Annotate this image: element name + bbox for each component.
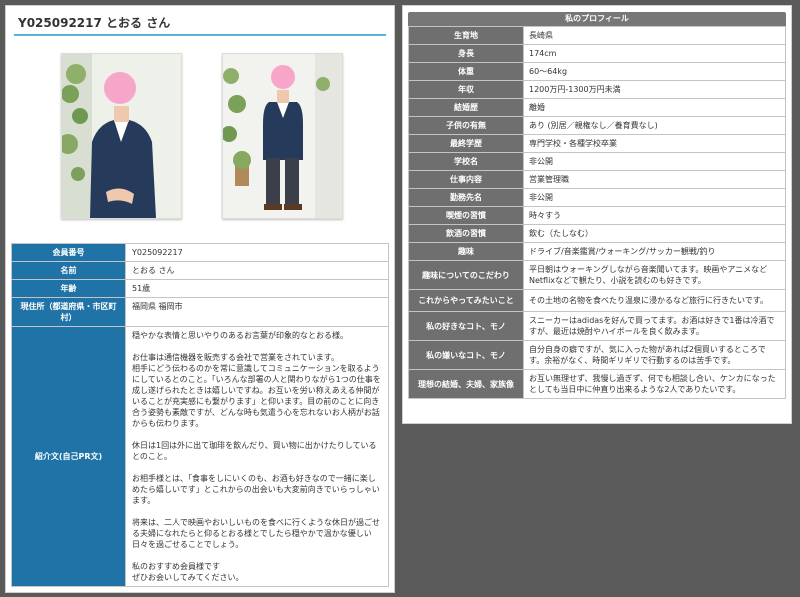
profile-row: 学校名 非公開 <box>408 152 786 171</box>
profile-value: ドライブ/音楽鑑賞/ウォーキング/サッカー観戦/釣り <box>523 242 786 261</box>
row-value: とおる さん <box>125 261 389 280</box>
profile-card: 私のプロフィール 生育地 長崎県 身長 174cm 体重 60～64kg 年収 1200万円-… <box>402 5 792 424</box>
profile-value: 非公開 <box>523 152 786 171</box>
profile-key: 結婚歴 <box>408 98 524 117</box>
profile-row: 最終学歴 専門学校・各種学校卒業 <box>408 134 786 153</box>
profile-title: 私のプロフィール <box>408 12 786 26</box>
row-value: 51歳 <box>125 279 389 298</box>
profile-row: 喫煙の習慣 時々すう <box>408 206 786 225</box>
profile-row: 飲酒の習慣 飲む（たしなむ） <box>408 224 786 243</box>
member-photo-1[interactable] <box>61 53 182 219</box>
profile-key: 趣味 <box>408 242 524 261</box>
profile-key: 飲酒の習慣 <box>408 224 524 243</box>
intro-paragraph: 将来は、二人で映画やおいしいものを食べに行くような休日が過ごせる夫婦になれたらと… <box>132 518 380 549</box>
table-row: 名前 とおる さん <box>11 261 389 280</box>
intro-paragraph: お相手様とは、「食事をしにいくのも、お酒も好きなので一緒に楽しめたら嬉しいです」… <box>132 474 380 505</box>
profile-key: 生育地 <box>408 26 524 45</box>
profile-row: 趣味 ドライブ/音楽鑑賞/ウォーキング/サッカー観戦/釣り <box>408 242 786 261</box>
profile-key: 年収 <box>408 80 524 99</box>
profile-row: 私の嫌いなコト、モノ 自分自身の癖ですが、気に入った物があれば2個買いするところで… <box>408 340 786 370</box>
row-key: 会員番号 <box>11 243 126 262</box>
profile-key: 身長 <box>408 44 524 63</box>
table-row: 年齢 51歳 <box>11 279 389 298</box>
member-card: Y025092217 とおる さん 会員番号 Y025092217 名前 とおる… <box>5 5 395 593</box>
row-key: 名前 <box>11 261 126 280</box>
profile-row: 勤務先名 非公開 <box>408 188 786 207</box>
intro-paragraph: お仕事は通信機器を販売する会社で営業をされています。 相手にどう伝わるのかを常に… <box>132 353 381 428</box>
profile-key: 子供の有無 <box>408 116 524 135</box>
intro-paragraph: 穏やかな表情と思いやりのあるお言葉が印象的なとおる様。 <box>132 331 348 340</box>
profile-value: 自分自身の癖ですが、気に入った物があれば2個買いするところです。余裕がなく、時間… <box>523 340 786 370</box>
table-row: 会員番号 Y025092217 <box>11 243 389 262</box>
profile-value: 60～64kg <box>523 62 786 81</box>
table-row: 紹介文(自己PR文) 穏やかな表情と思いやりのあるお言葉が印象的なとおる様。 お… <box>11 326 389 587</box>
member-info-table: 会員番号 Y025092217 名前 とおる さん 年齢 51歳 現住所（都道府県・市… <box>11 243 389 587</box>
profile-value: お互い無理せず、我慢し過ぎず、何でも相談し合い、ケンカになったとしても当日中に仲… <box>523 369 786 399</box>
intro-paragraph: 私のおすすめ会員様です ぜひお会いしてみてください。 <box>132 562 244 582</box>
profile-value: 長崎県 <box>523 26 786 45</box>
profile-row: 年収 1200万円-1300万円未満 <box>408 80 786 99</box>
member-photo-2[interactable] <box>222 53 343 219</box>
intro-paragraph: 休日は1回は外に出て珈琲を飲んだり、買い物に出かけたりしているとのこと。 <box>132 441 377 461</box>
row-key: 現住所（都道府県・市区町村） <box>11 297 126 327</box>
profile-key: 喫煙の習慣 <box>408 206 524 225</box>
profile-key: 趣味についてのこだわり <box>408 260 524 290</box>
row-key: 年齢 <box>11 279 126 298</box>
profile-table: 生育地 長崎県 身長 174cm 体重 60～64kg 年収 1200万円-1300万円未満結… <box>408 26 786 399</box>
intro-text: 穏やかな表情と思いやりのあるお言葉が印象的なとおる様。 お仕事は通信機器を販売す… <box>125 326 389 587</box>
profile-section: 私のプロフィール 生育地 長崎県 身長 174cm 体重 60～64kg 年収 1200万円-… <box>408 12 786 399</box>
profile-row: 私の好きなコト、モノ スニーカーはadidasを好んで買ってます。お酒は好きで1番… <box>408 311 786 341</box>
row-value: 福岡県 福岡市 <box>125 297 389 327</box>
profile-value: スニーカーはadidasを好んで買ってます。お酒は好きで1番は冷酒ですが、最近は… <box>523 311 786 341</box>
profile-key: 理想の結婚、夫婦、家族像 <box>408 369 524 399</box>
profile-key: 最終学歴 <box>408 134 524 153</box>
profile-key: 学校名 <box>408 152 524 171</box>
profile-value: 平日朝はウォーキングしながら音楽聞いてます。映画やアニメなどNetflixなどで… <box>523 260 786 290</box>
profile-value: 離婚 <box>523 98 786 117</box>
profile-row: 理想の結婚、夫婦、家族像 お互い無理せず、我慢し過ぎず、何でも相談し合い、ケンカに… <box>408 369 786 399</box>
profile-key: 私の嫌いなコト、モノ <box>408 340 524 370</box>
profile-value: 174cm <box>523 44 786 63</box>
table-row: 現住所（都道府県・市区町村） 福岡県 福岡市 <box>11 297 389 327</box>
face-blur-circle-icon <box>104 72 136 104</box>
profile-value: 時々すう <box>523 206 786 225</box>
profile-row: 身長 174cm <box>408 44 786 63</box>
profile-value: 営業管理職 <box>523 170 786 189</box>
profile-row: これからやってみたいこと その土地の名物を食べたり温泉に浸かるなど旅行に行きたいで… <box>408 289 786 312</box>
profile-key: 私の好きなコト、モノ <box>408 311 524 341</box>
intro-label: 紹介文(自己PR文) <box>11 326 126 587</box>
profile-key: 勤務先名 <box>408 188 524 207</box>
page-title: Y025092217 とおる さん <box>14 12 386 36</box>
profile-row: 趣味についてのこだわり 平日朝はウォーキングしながら音楽聞いてます。映画やアニメな… <box>408 260 786 290</box>
profile-row: 結婚歴 離婚 <box>408 98 786 117</box>
profile-row: 仕事内容 営業管理職 <box>408 170 786 189</box>
profile-value: 専門学校・各種学校卒業 <box>523 134 786 153</box>
face-blur-circle-icon <box>271 65 295 89</box>
profile-value: その土地の名物を食べたり温泉に浸かるなど旅行に行きたいです。 <box>523 289 786 312</box>
profile-value: あり (別居／親権なし／養育費なし) <box>523 116 786 135</box>
profile-key: これからやってみたいこと <box>408 289 524 312</box>
profile-row: 体重 60～64kg <box>408 62 786 81</box>
profile-row: 子供の有無 あり (別居／親権なし／養育費なし) <box>408 116 786 135</box>
profile-key: 仕事内容 <box>408 170 524 189</box>
profile-key: 体重 <box>408 62 524 81</box>
profile-value: 非公開 <box>523 188 786 207</box>
profile-value: 1200万円-1300万円未満 <box>523 80 786 99</box>
row-value: Y025092217 <box>125 243 389 262</box>
profile-value: 飲む（たしなむ） <box>523 224 786 243</box>
profile-row: 生育地 長崎県 <box>408 26 786 45</box>
